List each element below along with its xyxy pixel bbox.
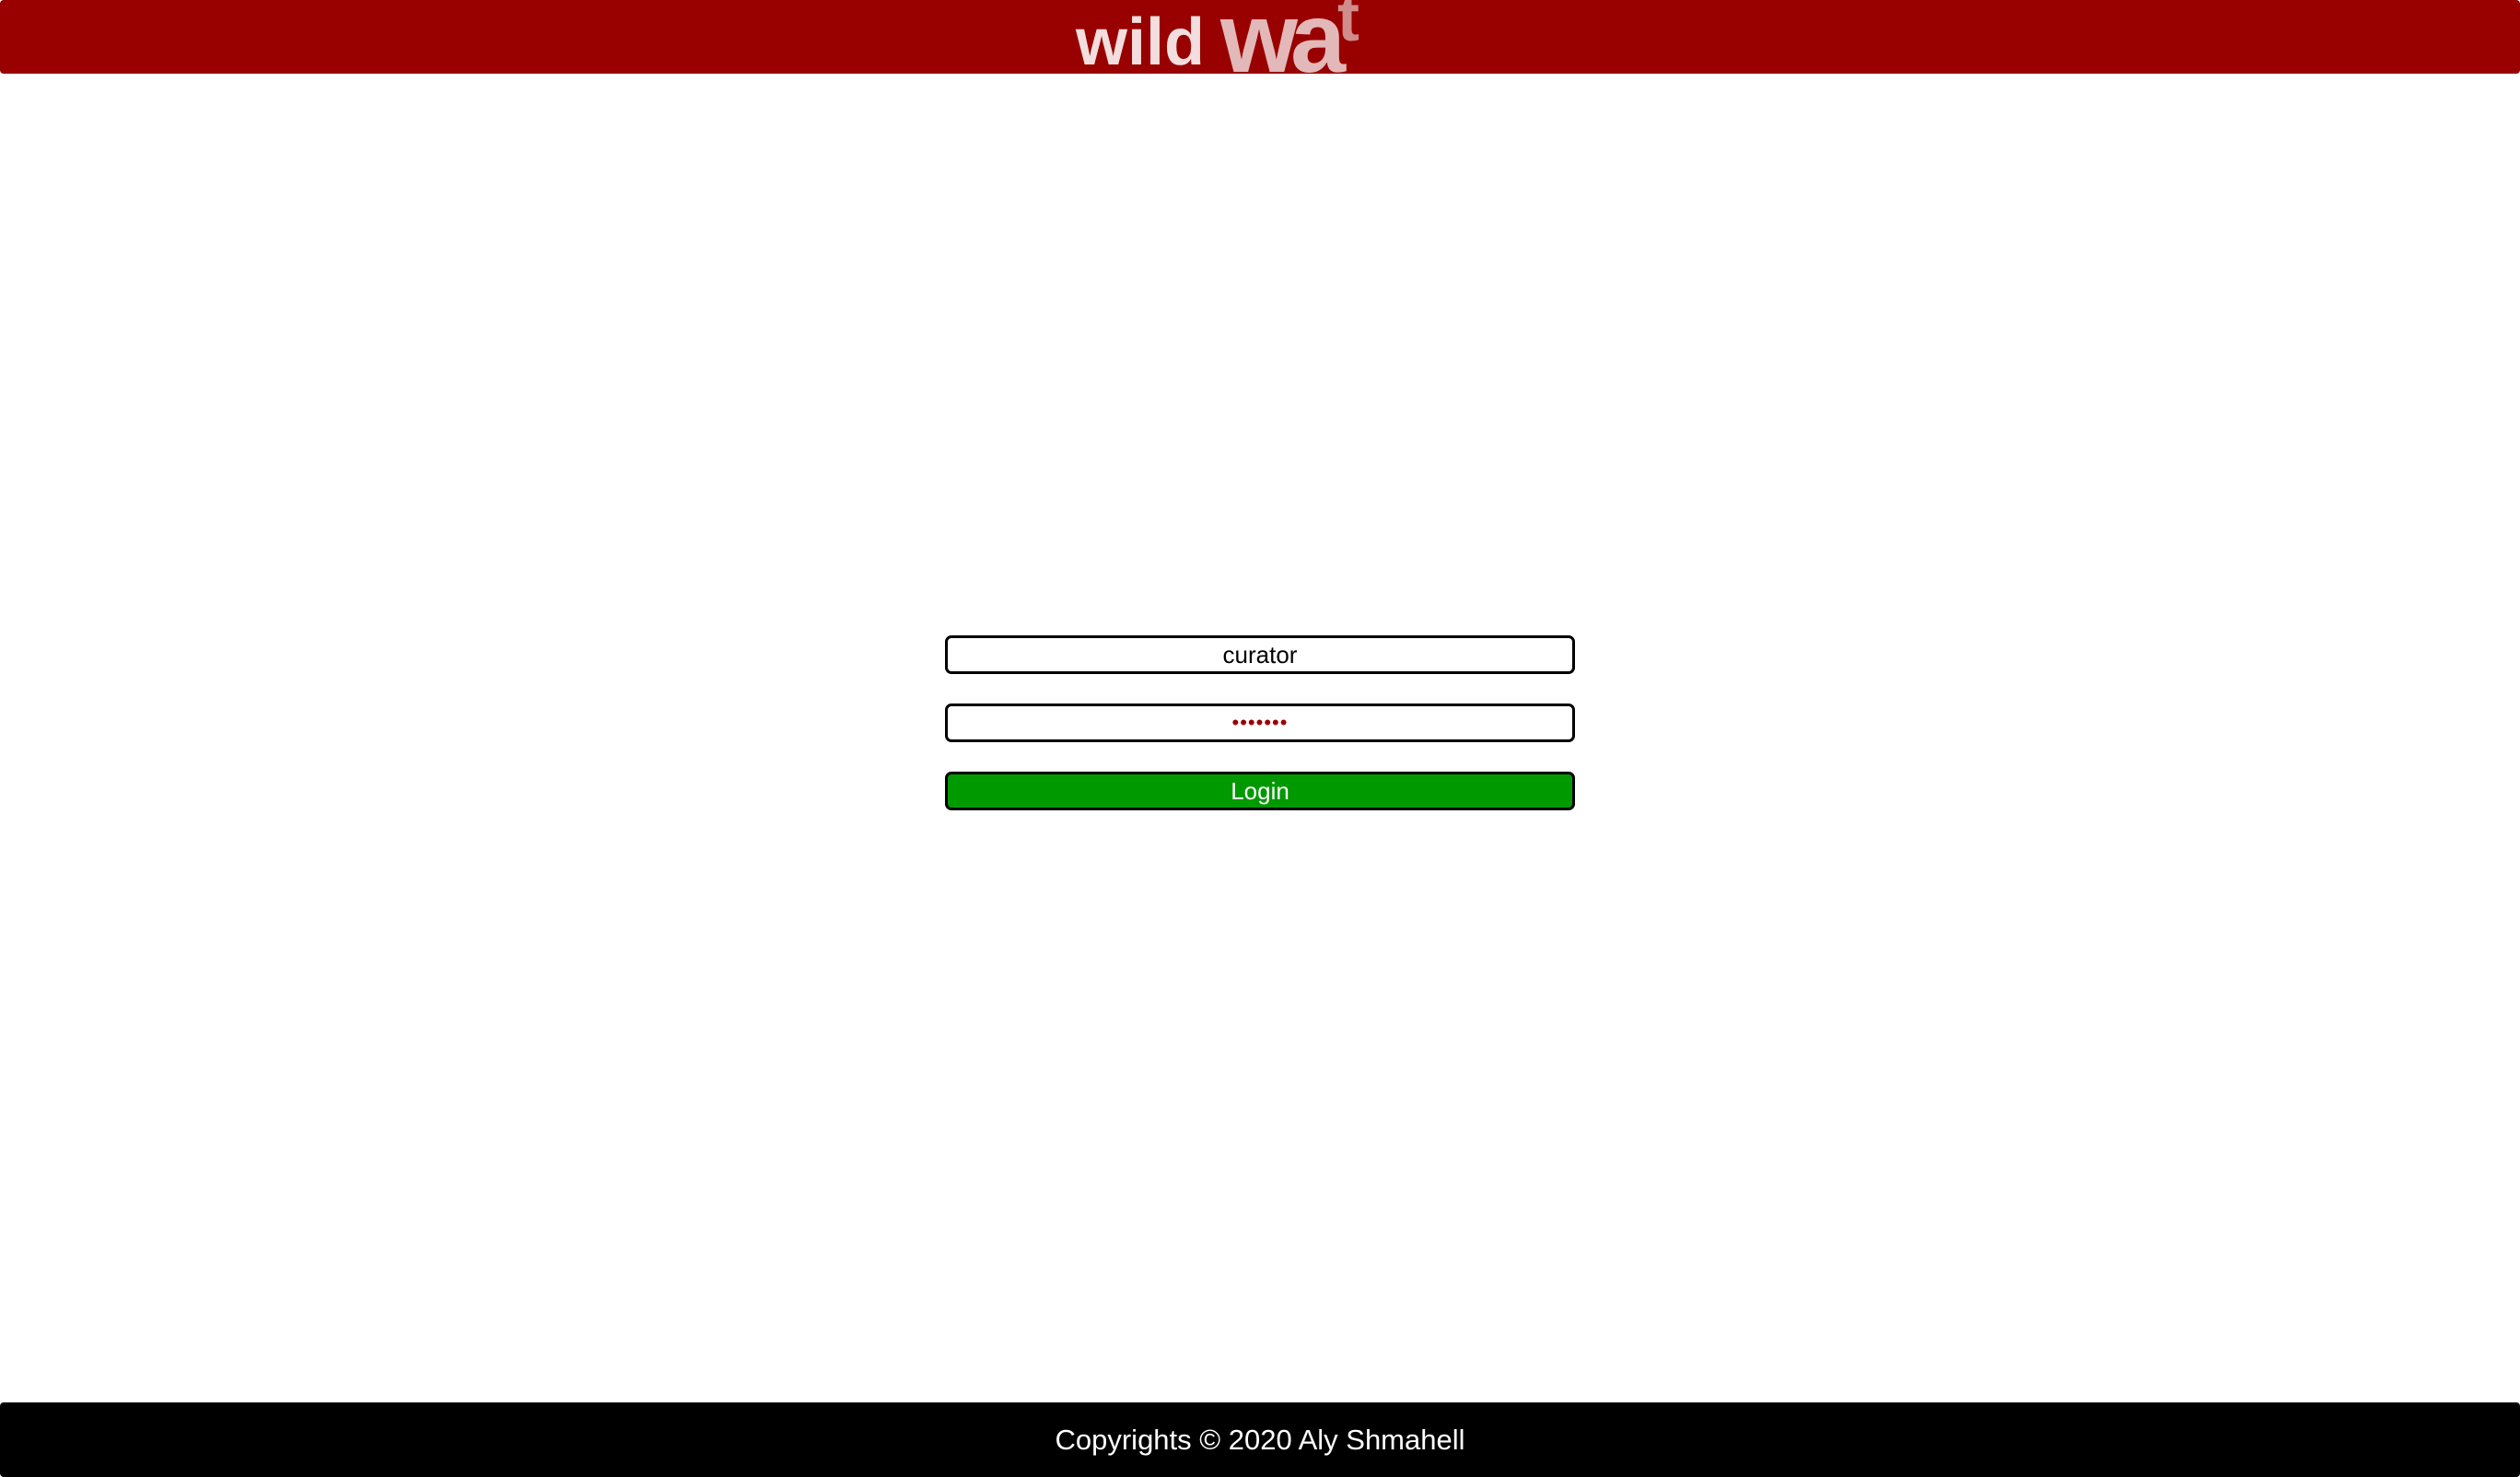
footer-bar: Copyrights © 2020 Aly Shmahell xyxy=(0,1402,2520,1477)
logo-text-wa: wa xyxy=(1219,0,1347,93)
logo-text-wild: wild xyxy=(1075,6,1205,79)
password-field[interactable] xyxy=(945,704,1575,742)
login-button[interactable]: Login xyxy=(945,772,1575,810)
wildwat-logo: wild wa t xyxy=(1075,0,1359,93)
copyright-text: Copyrights © 2020 Aly Shmahell xyxy=(1055,1423,1465,1456)
logo-text-t: t xyxy=(1337,0,1359,55)
login-form: Login xyxy=(945,635,1575,810)
username-field[interactable] xyxy=(945,635,1575,674)
